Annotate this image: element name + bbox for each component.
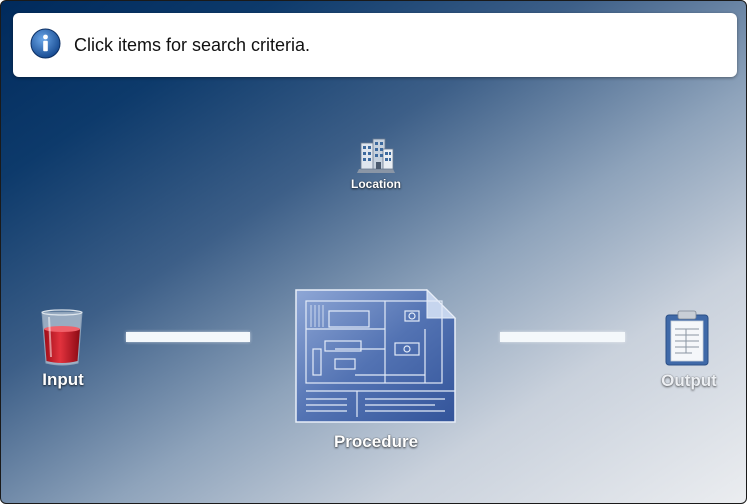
info-message: Click items for search criteria. bbox=[74, 35, 311, 55]
building-icon bbox=[357, 138, 395, 173]
blueprint-icon bbox=[295, 289, 457, 423]
location-node[interactable]: Location bbox=[341, 133, 411, 195]
connector-input-procedure bbox=[126, 332, 250, 342]
input-node[interactable]: Input bbox=[27, 307, 99, 397]
procedure-node[interactable]: Procedure bbox=[291, 287, 461, 457]
input-label: Input bbox=[42, 370, 84, 389]
output-label: Output bbox=[661, 371, 717, 390]
info-bar: Click items for search criteria. bbox=[13, 13, 737, 77]
clipboard-icon bbox=[665, 310, 709, 366]
glass-icon bbox=[41, 309, 83, 366]
location-label: Location bbox=[351, 177, 401, 191]
procedure-label: Procedure bbox=[333, 432, 419, 451]
search-criteria-panel: Click items for search criteria. Locatio… bbox=[0, 0, 747, 504]
output-node[interactable]: Output bbox=[647, 307, 731, 397]
connector-procedure-output bbox=[500, 332, 625, 342]
info-icon bbox=[30, 28, 61, 59]
